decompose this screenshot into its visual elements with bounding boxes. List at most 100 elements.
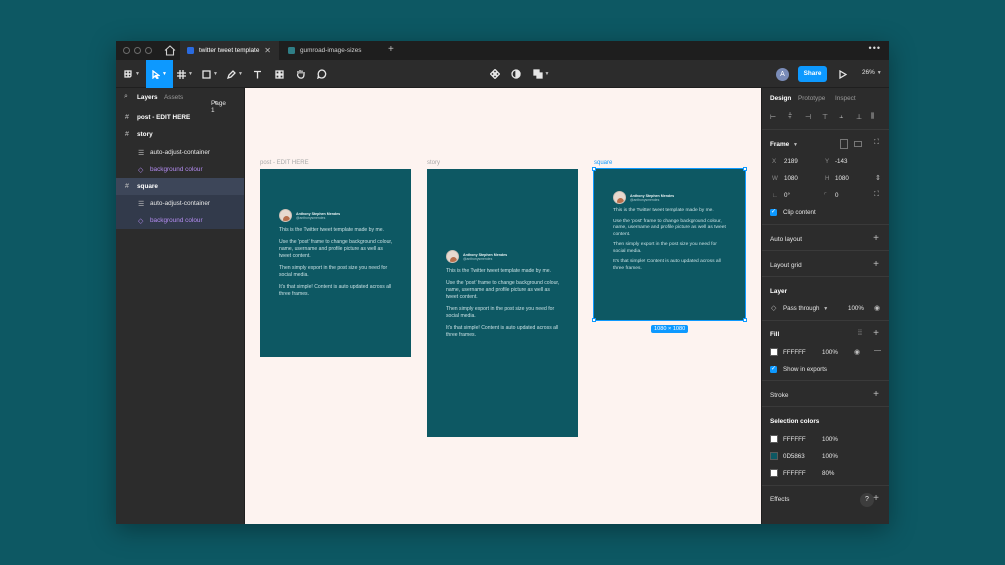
remove-fill-icon[interactable]: — [874, 347, 881, 354]
align-left-icon[interactable]: ⊢ [770, 113, 776, 121]
x-field[interactable]: 2189 [784, 158, 798, 165]
resize-to-fit-icon[interactable]: ⛶ [874, 139, 879, 147]
layer-auto-adjust-container[interactable]: ☰ auto-adjust-container [116, 144, 244, 161]
resize-handle[interactable] [743, 318, 747, 322]
align-top-icon[interactable]: ⊤ [822, 113, 828, 121]
frame-tool-button[interactable]: ▼ [175, 60, 195, 88]
align-right-icon[interactable]: ⊣ [805, 113, 811, 121]
landscape-icon[interactable] [854, 141, 862, 147]
frame-icon: # [125, 131, 129, 138]
frame-section-title[interactable]: Frame ▼ [770, 141, 798, 148]
add-stroke-icon[interactable]: + [873, 389, 879, 400]
minimize-window-icon[interactable] [134, 47, 141, 54]
pen-tool-button[interactable]: ▼ [225, 60, 245, 88]
fill-opacity-field[interactable]: 100% [822, 349, 838, 356]
tab-prototype[interactable]: Prototype [798, 95, 825, 102]
layer-story[interactable]: # story [116, 126, 244, 143]
align-horizontal-center-icon[interactable]: ⫩ [788, 113, 792, 121]
frame-story[interactable]: Anthony Stephen Mendes @anthonysmendes T… [427, 169, 578, 437]
effects-title: Effects [770, 496, 790, 503]
style-grid-icon[interactable]: ⁞⁞ [858, 330, 862, 337]
properties-panel: Design Prototype Inspect ⊢ ⫩ ⊣ ⊤ ⫠ ⊥ ⫼ F… [761, 88, 889, 524]
hand-tool-button[interactable] [293, 60, 307, 88]
independent-corners-icon[interactable]: ⛶ [874, 191, 879, 199]
height-field[interactable]: 1080 [835, 175, 849, 182]
selection-color-swatch[interactable] [770, 452, 778, 460]
new-tab-icon[interactable]: + [388, 44, 394, 55]
home-icon[interactable] [164, 45, 176, 56]
resources-button[interactable] [272, 60, 286, 88]
tab-assets[interactable]: Assets [164, 94, 183, 101]
pen-icon [227, 69, 236, 79]
more-options-icon[interactable]: ••• [869, 43, 881, 53]
selection-color-swatch[interactable] [770, 469, 778, 477]
canvas[interactable]: post - EDIT HERE Anthony Stephen Mendes … [245, 88, 761, 524]
eye-icon[interactable]: ◉ [874, 304, 880, 312]
avatar[interactable]: A [776, 68, 789, 81]
selection-colors-title: Selection colors [770, 418, 820, 425]
tab-twitter-tweet-template[interactable]: twitter tweet template ✕ [180, 41, 279, 60]
portrait-icon[interactable] [840, 139, 848, 149]
eye-icon[interactable]: ◉ [854, 348, 860, 356]
clip-content-checkbox[interactable]: ✓ [770, 209, 777, 216]
zoom-dropdown[interactable]: 26% ▼ [862, 69, 882, 76]
selection-color-hex[interactable]: 0D5863 [783, 453, 805, 460]
selection-color-hex[interactable]: FFFFFF [783, 436, 806, 443]
resize-handle[interactable] [743, 167, 747, 171]
width-field[interactable]: 1080 [784, 175, 798, 182]
layer-background-colour[interactable]: ◇ background colour [116, 212, 244, 229]
tab-gumroad-image-sizes[interactable]: gumroad-image-sizes [281, 41, 381, 60]
tab-design[interactable]: Design [770, 95, 791, 102]
present-button[interactable] [837, 60, 849, 88]
constrain-proportions-icon[interactable]: ⇕ [875, 174, 881, 182]
selection-color-opacity[interactable]: 100% [822, 453, 838, 460]
mask-button[interactable] [509, 60, 523, 88]
show-in-exports-checkbox[interactable]: ✓ [770, 366, 777, 373]
layer-post-edit-here[interactable]: # post - EDIT HERE [116, 109, 244, 126]
frame-label-story[interactable]: story [427, 160, 440, 166]
resize-handle[interactable] [592, 167, 596, 171]
share-button[interactable]: Share [798, 66, 827, 82]
fill-hex-field[interactable]: FFFFFF [783, 349, 806, 356]
frame-square[interactable]: Anthony Stephen Mendes @anthonysmendes T… [593, 168, 746, 321]
maximize-window-icon[interactable] [145, 47, 152, 54]
distribute-icon[interactable]: ⫼ [871, 113, 874, 121]
align-bottom-icon[interactable]: ⊥ [856, 113, 862, 121]
comment-tool-button[interactable] [315, 60, 329, 88]
main-menu-button[interactable]: ▼ [122, 60, 142, 88]
frame-label-post[interactable]: post - EDIT HERE [260, 160, 309, 166]
close-tab-icon[interactable]: ✕ [264, 46, 271, 55]
add-effect-icon[interactable]: + [873, 493, 879, 504]
search-icon[interactable]: ⌕ [124, 93, 128, 101]
text-tool-button[interactable] [250, 60, 264, 88]
layer-opacity-field[interactable]: 100% [848, 305, 864, 312]
move-tool-button[interactable]: ▼ [146, 60, 173, 88]
add-auto-layout-icon[interactable]: + [873, 233, 879, 244]
rotation-field[interactable]: 0° [784, 192, 790, 199]
resize-handle[interactable] [592, 318, 596, 322]
components-icon [274, 69, 284, 79]
selection-color-opacity[interactable]: 100% [822, 436, 838, 443]
selection-color-swatch[interactable] [770, 435, 778, 443]
component-button[interactable] [488, 60, 502, 88]
add-fill-icon[interactable]: + [873, 328, 879, 339]
radius-field[interactable]: 0 [835, 192, 838, 199]
selection-color-hex[interactable]: FFFFFF [783, 470, 806, 477]
frame-label-square[interactable]: square [594, 160, 612, 166]
add-layout-grid-icon[interactable]: + [873, 259, 879, 270]
tab-inspect[interactable]: Inspect [835, 95, 856, 102]
close-window-icon[interactable] [123, 47, 130, 54]
align-vertical-center-icon[interactable]: ⫠ [839, 113, 843, 121]
shape-tool-button[interactable]: ▼ [200, 60, 220, 88]
layer-background-colour[interactable]: ◇ background colour [116, 161, 244, 178]
tab-layers[interactable]: Layers [137, 94, 158, 101]
frame-post[interactable]: Anthony Stephen Mendes @anthonysmendes T… [260, 169, 411, 357]
y-field[interactable]: -143 [835, 158, 847, 165]
help-button[interactable]: ? [860, 493, 874, 507]
blend-mode-dropdown[interactable]: Pass through ▼ [783, 305, 828, 312]
layer-auto-adjust-container[interactable]: ☰ auto-adjust-container [116, 195, 244, 212]
fill-swatch[interactable] [770, 348, 778, 356]
boolean-button[interactable]: ▼ [531, 60, 551, 88]
selection-color-opacity[interactable]: 80% [822, 470, 834, 477]
layer-square[interactable]: # square [116, 178, 244, 195]
